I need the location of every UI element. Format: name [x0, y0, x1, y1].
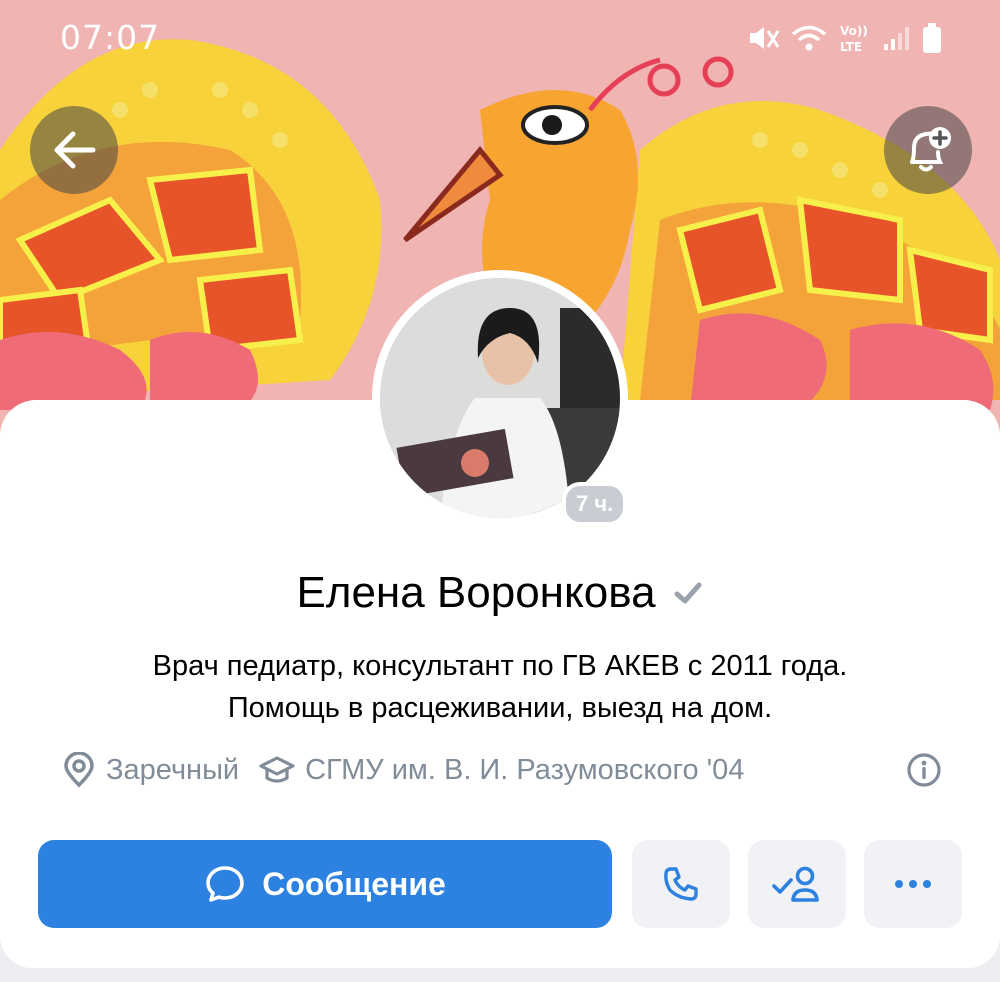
profile-status: Врач педиатр, консультант по ГВ АКЕВ с 2… [0, 645, 1000, 729]
phone-icon [664, 867, 698, 901]
svg-text:Vo)): Vo)) [840, 24, 868, 38]
battery-icon [923, 23, 941, 53]
name-row: Елена Воронкова [0, 568, 1000, 618]
wifi-icon [791, 25, 827, 51]
message-button-label: Сообщение [262, 865, 446, 902]
call-button[interactable] [632, 840, 730, 928]
subscribe-notifications-button[interactable] [884, 106, 972, 194]
map-pin-icon [64, 752, 94, 788]
info-icon[interactable] [906, 752, 942, 788]
svg-text:LTE: LTE [840, 40, 862, 54]
status-time: 07:07 [60, 18, 161, 57]
city-label: Заречный [106, 753, 240, 786]
status-icons: Vo)) LTE [746, 22, 942, 54]
more-button[interactable] [864, 840, 962, 928]
signal-icon [884, 27, 909, 50]
lte-icon: Vo)) LTE [840, 24, 868, 54]
education-info[interactable]: СГМУ им. В. И. Разумовского '04 [259, 753, 744, 787]
message-button[interactable]: Сообщение [38, 840, 612, 928]
last-seen-badge: 7 ч. [562, 482, 628, 526]
check-icon [674, 582, 702, 604]
status-bar: 07:07 Vo)) LTE [0, 0, 1000, 80]
city-info[interactable]: Заречный [62, 752, 239, 788]
status-line-2: Помощь в расцеживании, выезд на дом. [227, 692, 773, 724]
friend-status-button[interactable] [748, 840, 846, 928]
status-line-1: Врач педиатр, консультант по ГВ АКЕВ с 2… [152, 650, 848, 682]
arrow-left-icon [54, 131, 96, 169]
user-check-icon [772, 866, 819, 902]
education-label: СГМУ им. В. И. Разумовского '04 [305, 753, 745, 786]
bell-plus-icon [910, 127, 951, 172]
more-horizontal-icon [895, 880, 931, 888]
back-button[interactable] [30, 106, 118, 194]
chat-bubble-icon [206, 866, 245, 902]
mute-icon [750, 27, 780, 49]
profile-info-row: Заречный СГМУ им. В. И. Разумовского '04 [62, 752, 942, 788]
profile-name: Елена Воронкова [296, 568, 656, 617]
graduation-cap-icon [259, 756, 295, 783]
